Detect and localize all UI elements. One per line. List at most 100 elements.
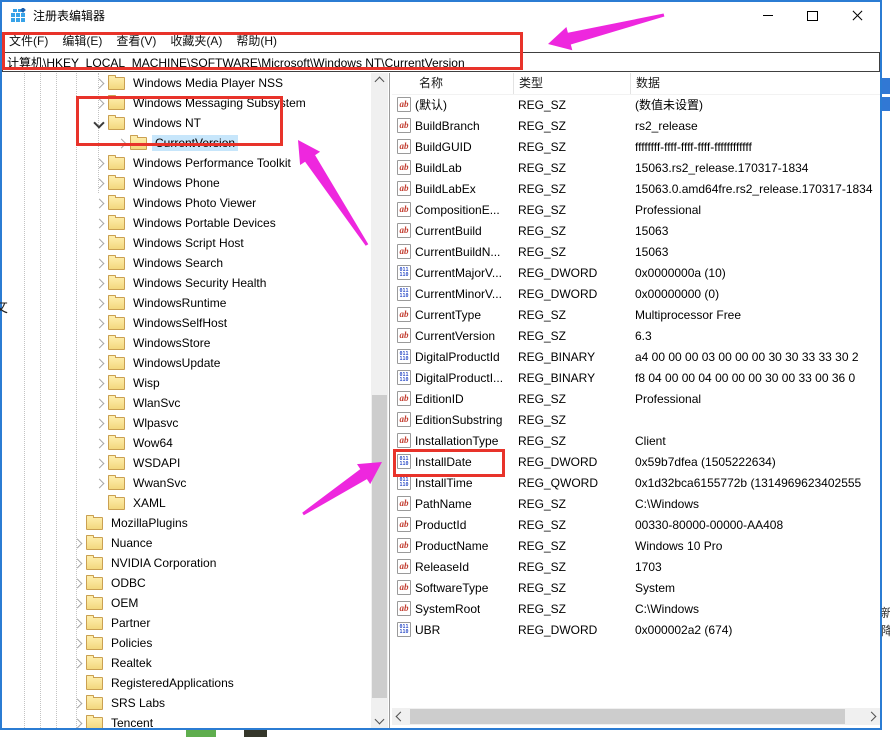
address-input[interactable] xyxy=(2,52,880,72)
tree-item[interactable]: WindowsUpdate xyxy=(2,353,370,373)
tree-item-label[interactable]: WindowsSelfHost xyxy=(130,315,230,331)
chevron-collapsed-icon[interactable] xyxy=(70,580,84,587)
taskbar-icon-fragment[interactable] xyxy=(186,730,216,737)
chevron-collapsed-icon[interactable] xyxy=(92,200,106,207)
chevron-collapsed-icon[interactable] xyxy=(92,440,106,447)
chevron-collapsed-icon[interactable] xyxy=(92,240,106,247)
registry-value-row[interactable]: 011110DigitalProductIdREG_BINARYa4 00 00… xyxy=(392,346,880,367)
tree-item-label[interactable]: ODBC xyxy=(108,575,149,591)
tree-item[interactable]: CurrentVersion xyxy=(2,133,370,153)
chevron-collapsed-icon[interactable] xyxy=(92,420,106,427)
scroll-right-button[interactable] xyxy=(863,708,880,725)
tree-item[interactable]: Windows Performance Toolkit xyxy=(2,153,370,173)
registry-value-row[interactable]: abReleaseIdREG_SZ1703 xyxy=(392,556,880,577)
chevron-collapsed-icon[interactable] xyxy=(92,160,106,167)
chevron-collapsed-icon[interactable] xyxy=(92,340,106,347)
tree-item-label[interactable]: Wow64 xyxy=(130,435,176,451)
tree-item[interactable]: Windows Security Health xyxy=(2,273,370,293)
tree-item-label[interactable]: OEM xyxy=(108,595,141,611)
chevron-collapsed-icon[interactable] xyxy=(70,720,84,727)
tree-item-label[interactable]: Realtek xyxy=(108,655,155,671)
chevron-collapsed-icon[interactable] xyxy=(70,540,84,547)
column-header-name[interactable]: 名称 xyxy=(392,73,513,94)
registry-value-row[interactable]: abBuildLabREG_SZ15063.rs2_release.170317… xyxy=(392,157,880,178)
chevron-collapsed-icon[interactable] xyxy=(92,400,106,407)
chevron-collapsed-icon[interactable] xyxy=(70,560,84,567)
registry-value-row[interactable]: 011110InstallTimeREG_QWORD0x1d32bca61557… xyxy=(392,472,880,493)
tree-item[interactable]: Wisp xyxy=(2,373,370,393)
registry-value-row[interactable]: abProductNameREG_SZWindows 10 Pro xyxy=(392,535,880,556)
tree-item[interactable]: Windows Messaging Subsystem xyxy=(2,93,370,113)
chevron-collapsed-icon[interactable] xyxy=(92,100,106,107)
tree-item[interactable]: NVIDIA Corporation xyxy=(2,553,370,573)
chevron-collapsed-icon[interactable] xyxy=(92,320,106,327)
scroll-left-button[interactable] xyxy=(392,708,409,725)
tree-item[interactable]: MozillaPlugins xyxy=(2,513,370,533)
registry-value-row[interactable]: 011110DigitalProductI...REG_BINARYf8 04 … xyxy=(392,367,880,388)
chevron-collapsed-icon[interactable] xyxy=(70,600,84,607)
tree-item-label[interactable]: MozillaPlugins xyxy=(108,515,191,531)
registry-value-row[interactable]: abEditionIDREG_SZProfessional xyxy=(392,388,880,409)
registry-value-row[interactable]: abCurrentTypeREG_SZMultiprocessor Free xyxy=(392,304,880,325)
tree-item[interactable]: WSDAPI xyxy=(2,453,370,473)
tree-item[interactable]: WindowsSelfHost xyxy=(2,313,370,333)
tree-item-label[interactable]: Partner xyxy=(108,615,153,631)
tree-item[interactable]: SRS Labs xyxy=(2,693,370,713)
tree-item[interactable]: Realtek xyxy=(2,653,370,673)
tree-item-label[interactable]: WindowsUpdate xyxy=(130,355,223,371)
menu-item-0[interactable]: 文件(F) xyxy=(2,32,55,49)
tree-vertical-scrollbar[interactable] xyxy=(371,73,388,728)
chevron-collapsed-icon[interactable] xyxy=(92,480,106,487)
registry-value-row[interactable]: abBuildGUIDREG_SZffffffff-ffff-ffff-ffff… xyxy=(392,136,880,157)
chevron-collapsed-icon[interactable] xyxy=(92,180,106,187)
tree-item[interactable]: Windows Portable Devices xyxy=(2,213,370,233)
tree-item-label[interactable]: Windows NT xyxy=(130,115,204,131)
menu-item-1[interactable]: 编辑(E) xyxy=(55,32,109,49)
tree-item-label[interactable]: Windows Security Health xyxy=(130,275,269,291)
chevron-collapsed-icon[interactable] xyxy=(92,260,106,267)
tree-item-label[interactable]: WindowsStore xyxy=(130,335,213,351)
tree-item-label[interactable]: WlanSvc xyxy=(130,395,183,411)
tree-item[interactable]: Wow64 xyxy=(2,433,370,453)
tree-item-label[interactable]: Windows Photo Viewer xyxy=(130,195,259,211)
column-header-data[interactable]: 数据 xyxy=(630,73,880,94)
tree-item[interactable]: Windows Media Player NSS xyxy=(2,73,370,93)
chevron-collapsed-icon[interactable] xyxy=(114,140,128,147)
taskbar-icon-fragment[interactable] xyxy=(244,730,267,737)
tree-item-label[interactable]: Tencent xyxy=(108,715,156,728)
tree-item-label[interactable]: WSDAPI xyxy=(130,455,183,471)
registry-value-row[interactable]: abEditionSubstringREG_SZ xyxy=(392,409,880,430)
tree-item-label[interactable]: Wisp xyxy=(130,375,163,391)
tree-item[interactable]: Nuance xyxy=(2,533,370,553)
tree-item[interactable]: WlanSvc xyxy=(2,393,370,413)
registry-value-row[interactable]: ab(默认)REG_SZ(数值未设置) xyxy=(392,94,880,115)
tree-item-label[interactable]: RegisteredApplications xyxy=(108,675,237,691)
tree-item[interactable]: Tencent xyxy=(2,713,370,728)
tree-item-label[interactable]: Wlpasvc xyxy=(130,415,181,431)
tree-item[interactable]: Policies xyxy=(2,633,370,653)
tree-item[interactable]: Windows Script Host xyxy=(2,233,370,253)
registry-value-row[interactable]: abCurrentBuildREG_SZ15063 xyxy=(392,220,880,241)
tree-item-label[interactable]: WwanSvc xyxy=(130,475,189,491)
menu-item-4[interactable]: 帮助(H) xyxy=(229,32,284,49)
tree-item[interactable]: ODBC xyxy=(2,573,370,593)
tree-item[interactable]: Wlpasvc xyxy=(2,413,370,433)
tree-item[interactable]: RegisteredApplications xyxy=(2,673,370,693)
tree-item[interactable]: XAML xyxy=(2,493,370,513)
registry-value-row[interactable]: abSystemRootREG_SZC:\Windows xyxy=(392,598,880,619)
registry-value-row[interactable]: 011110InstallDateREG_DWORD0x59b7dfea (15… xyxy=(392,451,880,472)
column-header-type[interactable]: 类型 xyxy=(513,73,630,94)
tree-item-label[interactable]: Policies xyxy=(108,635,155,651)
registry-value-row[interactable]: abInstallationTypeREG_SZClient xyxy=(392,430,880,451)
menu-item-2[interactable]: 查看(V) xyxy=(109,32,163,49)
registry-value-row[interactable]: 011110CurrentMajorV...REG_DWORD0x0000000… xyxy=(392,262,880,283)
chevron-collapsed-icon[interactable] xyxy=(92,80,106,87)
tree-item[interactable]: Partner xyxy=(2,613,370,633)
registry-value-row[interactable]: abPathNameREG_SZC:\Windows xyxy=(392,493,880,514)
chevron-collapsed-icon[interactable] xyxy=(70,620,84,627)
tree-item-label[interactable]: SRS Labs xyxy=(108,695,168,711)
tree-item-label[interactable]: Windows Performance Toolkit xyxy=(130,155,294,171)
tree-item[interactable]: WwanSvc xyxy=(2,473,370,493)
chevron-collapsed-icon[interactable] xyxy=(92,460,106,467)
registry-value-row[interactable]: abSoftwareTypeREG_SZSystem xyxy=(392,577,880,598)
